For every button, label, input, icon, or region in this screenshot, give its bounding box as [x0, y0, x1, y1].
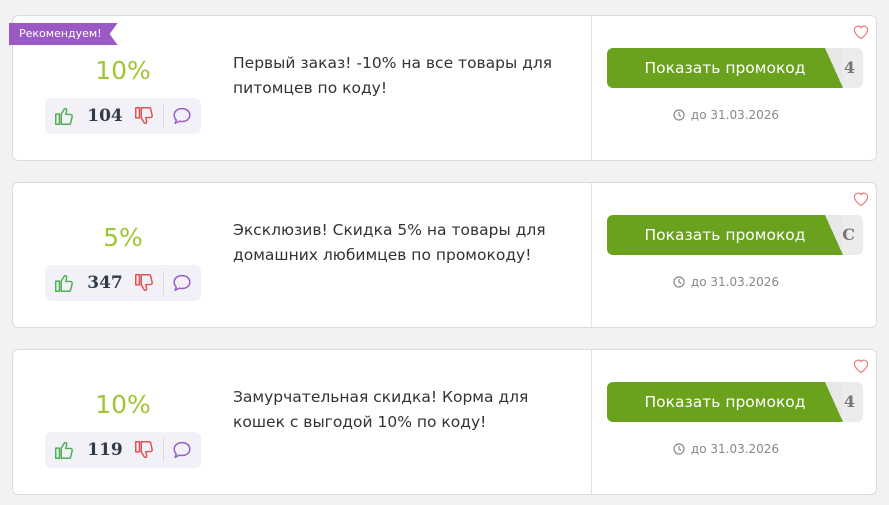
offer-card: 5% 347 Эксклюзив! Скидка 5% на товары дл…	[12, 182, 877, 328]
vote-count: 347	[87, 273, 123, 293]
discount-value: 10%	[95, 390, 151, 419]
clock-icon	[673, 109, 685, 121]
show-promocode-button[interactable]: 4 Показать промокод	[607, 48, 863, 88]
thumbs-down-icon[interactable]	[133, 105, 155, 127]
discount-value: 5%	[103, 223, 143, 252]
discount-value: 10%	[95, 56, 151, 85]
expiry-info: до 31.03.2026	[607, 442, 845, 456]
heart-icon[interactable]	[852, 191, 870, 207]
expiry-date: до 31.03.2026	[690, 108, 780, 122]
comment-icon[interactable]	[171, 105, 193, 127]
clock-icon	[673, 443, 685, 455]
vote-divider	[163, 438, 164, 462]
page-curl-icon	[825, 48, 843, 88]
thumbs-up-icon[interactable]	[53, 439, 75, 461]
vote-panel: 104	[45, 98, 201, 134]
expiry-date: до 31.03.2026	[690, 275, 780, 289]
page-curl-icon	[825, 382, 843, 422]
show-promocode-button[interactable]: C Показать промокод	[607, 215, 863, 255]
offer-description: Замурчательная скидка! Корма для кошек с…	[233, 388, 529, 431]
expiry-info: до 31.03.2026	[607, 108, 845, 122]
thumbs-up-icon[interactable]	[53, 272, 75, 294]
show-promocode-label[interactable]: Показать промокод	[607, 382, 843, 422]
expiry-info: до 31.03.2026	[607, 275, 845, 289]
thumbs-up-icon[interactable]	[53, 105, 75, 127]
recommended-badge: Рекомендуем!	[9, 23, 118, 45]
expiry-date: до 31.03.2026	[690, 442, 780, 456]
card-divider	[591, 183, 592, 327]
show-promocode-button[interactable]: 4 Показать промокод	[607, 382, 863, 422]
show-promocode-label[interactable]: Показать промокод	[607, 48, 843, 88]
comment-icon[interactable]	[171, 439, 193, 461]
vote-count: 119	[87, 440, 123, 460]
heart-icon[interactable]	[852, 358, 870, 374]
page-curl-icon	[825, 215, 843, 255]
heart-icon[interactable]	[852, 24, 870, 40]
card-divider	[591, 350, 592, 494]
vote-panel: 347	[45, 265, 201, 301]
show-promocode-label[interactable]: Показать промокод	[607, 215, 843, 255]
vote-panel: 119	[45, 432, 201, 468]
thumbs-down-icon[interactable]	[133, 272, 155, 294]
comment-icon[interactable]	[171, 272, 193, 294]
offer-description: Первый заказ! -10% на все товары для пит…	[233, 54, 553, 97]
vote-divider	[163, 271, 164, 295]
thumbs-down-icon[interactable]	[133, 439, 155, 461]
vote-count: 104	[87, 106, 123, 126]
offer-card: Рекомендуем! 10% 104 Первый заказ! -10% …	[12, 15, 877, 161]
offer-description: Эксклюзив! Скидка 5% на товары для домаш…	[233, 221, 546, 264]
card-divider	[591, 16, 592, 160]
offer-card: 10% 119 Замурчательная скидка! Корма для…	[12, 349, 877, 495]
clock-icon	[673, 276, 685, 288]
vote-divider	[163, 104, 164, 128]
